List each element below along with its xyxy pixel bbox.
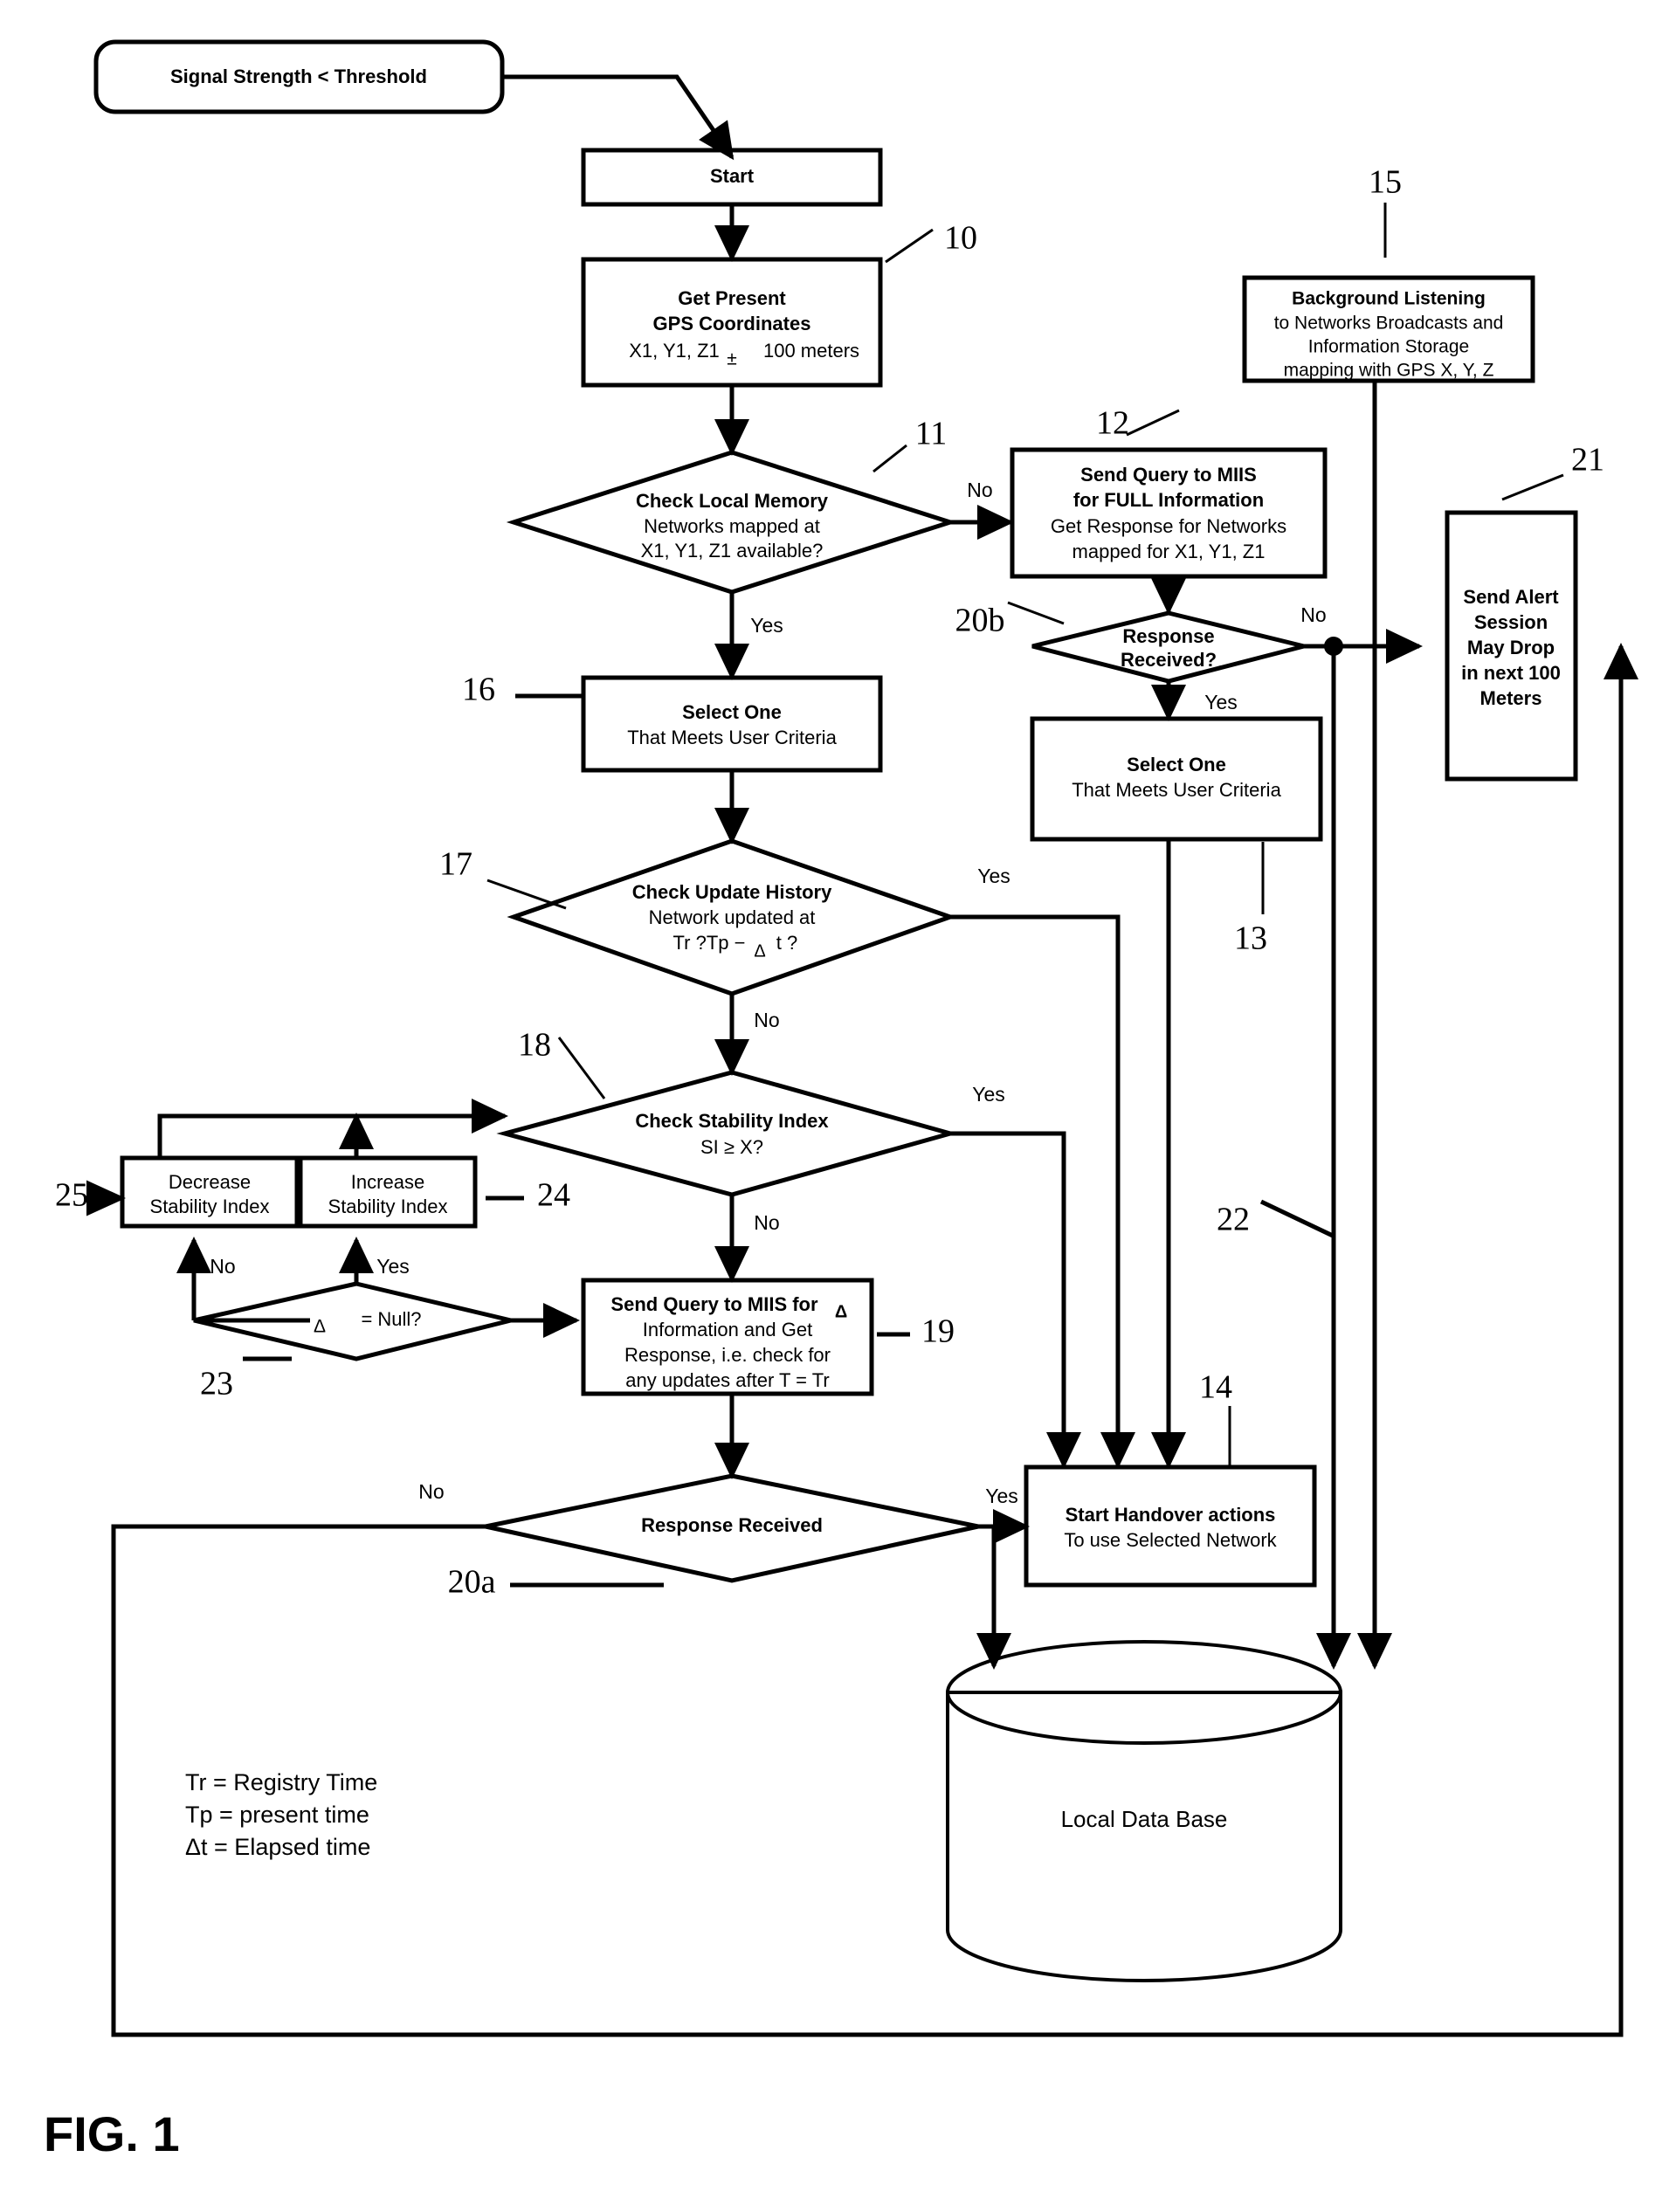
node-get-gps-line1: Get Present	[678, 287, 786, 309]
flowchart-canvas: Signal Strength < Threshold Start Get Pr…	[0, 0, 1676, 2212]
refnum-22: 22	[1217, 1202, 1250, 1238]
refnum-21: 21	[1571, 442, 1604, 479]
node-background-listening-line4: mapping with GPS X, Y, Z	[1284, 361, 1494, 381]
refnum-13: 13	[1234, 920, 1267, 957]
edge-label-deltanull-no: No	[210, 1255, 235, 1278]
node-send-query-full-line2: for FULL Information	[1073, 489, 1264, 511]
legend-line-2: Tp = present time	[185, 1802, 369, 1828]
node-background-listening-line1: Background Listening	[1292, 289, 1486, 309]
node-send-query-delta-line4: any updates after T = Tr	[625, 1369, 829, 1391]
node-check-update-history-line3c: t ?	[776, 932, 797, 954]
node-get-gps-plusminus: ±	[727, 349, 737, 369]
node-response-received-a-label: Response Received	[641, 1514, 823, 1536]
edge-label-response20b-yes: Yes	[1204, 691, 1238, 713]
node-send-query-delta-line2: Information and Get	[643, 1319, 812, 1340]
node-decrease-si-line2: Stability Index	[150, 1196, 270, 1217]
edge-label-checkmem-no: No	[967, 479, 992, 501]
refnum-10: 10	[944, 220, 977, 257]
node-check-local-memory-line3: X1, Y1, Z1 available?	[641, 540, 824, 562]
node-check-stability-index-line1: Check Stability Index	[635, 1110, 829, 1132]
node-select-one-16-line2: That Meets User Criteria	[627, 727, 837, 748]
edge-label-deltanull-yes: Yes	[376, 1255, 410, 1278]
node-send-query-full-line4: mapped for X1, Y1, Z1	[1073, 541, 1266, 562]
legend: Tr = Registry Time Tp = present time Δt …	[185, 1769, 377, 1860]
refnum-20a: 20a	[448, 1564, 496, 1601]
node-check-update-history-line3a: Tr ?Tp −	[673, 932, 746, 954]
node-check-update-history-delta: Δ	[754, 941, 765, 961]
node-get-gps-line3a: X1, Y1, Z1	[629, 340, 720, 362]
refnum-18: 18	[518, 1027, 551, 1064]
node-increase-si-line1: Increase	[351, 1171, 424, 1193]
node-response-received-b-line1: Response	[1122, 625, 1214, 647]
figure-label: FIG. 1	[44, 2106, 180, 2161]
node-local-database-label: Local Data Base	[1061, 1806, 1228, 1832]
node-check-local-memory-line2: Networks mapped at	[644, 515, 820, 537]
edge-label-stability18-yes: Yes	[972, 1083, 1005, 1106]
node-start-handover-line1: Start Handover actions	[1066, 1504, 1276, 1526]
refnum-24: 24	[537, 1177, 570, 1214]
refnum-11: 11	[915, 416, 948, 452]
node-increase-si-line2: Stability Index	[328, 1196, 448, 1217]
edge-label-response20a-yes: Yes	[985, 1485, 1018, 1507]
node-send-alert-line3: May Drop	[1467, 637, 1555, 658]
refnum-25: 25	[55, 1177, 88, 1214]
node-check-update-history-line1: Check Update History	[632, 881, 832, 903]
edge-label-update17-no: No	[754, 1009, 779, 1031]
node-check-stability-index-line2: SI ≥ X?	[700, 1136, 763, 1158]
node-select-one-16-line1: Select One	[682, 701, 782, 723]
node-get-gps-line2: GPS Coordinates	[653, 313, 811, 334]
patent-figure-root: Signal Strength < Threshold Start Get Pr…	[0, 0, 1676, 2212]
node-start-label: Start	[710, 165, 755, 187]
edge-label-update17-yes: Yes	[977, 865, 1010, 887]
legend-line-1: Tr = Registry Time	[185, 1769, 377, 1795]
legend-line-3: Δt = Elapsed time	[185, 1834, 370, 1860]
node-delta-null-delta: Δ	[314, 1317, 326, 1337]
node-check-update-history-line2: Network updated at	[649, 906, 816, 928]
node-background-listening-line3: Information Storage	[1308, 337, 1469, 357]
node-send-alert-line4: in next 100	[1461, 662, 1561, 684]
node-send-alert-line5: Meters	[1480, 687, 1542, 709]
node-send-alert-line2: Session	[1474, 611, 1548, 633]
node-start-handover-line2: To use Selected Network	[1064, 1529, 1277, 1551]
node-check-local-memory-line1: Check Local Memory	[636, 490, 829, 512]
node-select-one-13-line1: Select One	[1127, 754, 1226, 775]
refnum-15: 15	[1369, 164, 1402, 201]
node-background-listening-line2: to Networks Broadcasts and	[1274, 314, 1504, 334]
node-send-query-full-line1: Send Query to MIIS	[1080, 464, 1257, 486]
refnum-17: 17	[439, 846, 472, 883]
refnum-14: 14	[1199, 1369, 1232, 1406]
refnum-16: 16	[462, 672, 495, 708]
node-decrease-si-line1: Decrease	[169, 1171, 251, 1193]
refnum-20b: 20b	[955, 603, 1005, 639]
edge-label-response20b-no: No	[1300, 603, 1326, 626]
edge-label-stability18-no: No	[754, 1211, 779, 1234]
node-send-query-delta-line3: Response, i.e. check for	[624, 1344, 831, 1366]
node-send-alert-line1: Send Alert	[1463, 586, 1559, 608]
node-signal-strength-threshold-label: Signal Strength < Threshold	[170, 65, 427, 87]
refnum-19: 19	[921, 1313, 955, 1350]
node-response-received-b-line2: Received?	[1121, 649, 1217, 671]
edge-label-checkmem-yes: Yes	[750, 614, 783, 637]
refnum-12: 12	[1096, 405, 1129, 442]
node-send-query-full-line3: Get Response for Networks	[1051, 515, 1286, 537]
node-get-gps-line3c: 100 meters	[763, 340, 859, 362]
node-select-one-13-line2: That Meets User Criteria	[1072, 779, 1281, 801]
edge-label-response20a-no: No	[418, 1480, 444, 1503]
node-delta-null-label: = Null?	[361, 1308, 421, 1330]
refnum-23: 23	[200, 1366, 233, 1402]
node-send-query-delta-line1a: Send Query to MIIS for	[610, 1293, 818, 1315]
node-send-query-delta-delta: Δ	[835, 1302, 847, 1321]
